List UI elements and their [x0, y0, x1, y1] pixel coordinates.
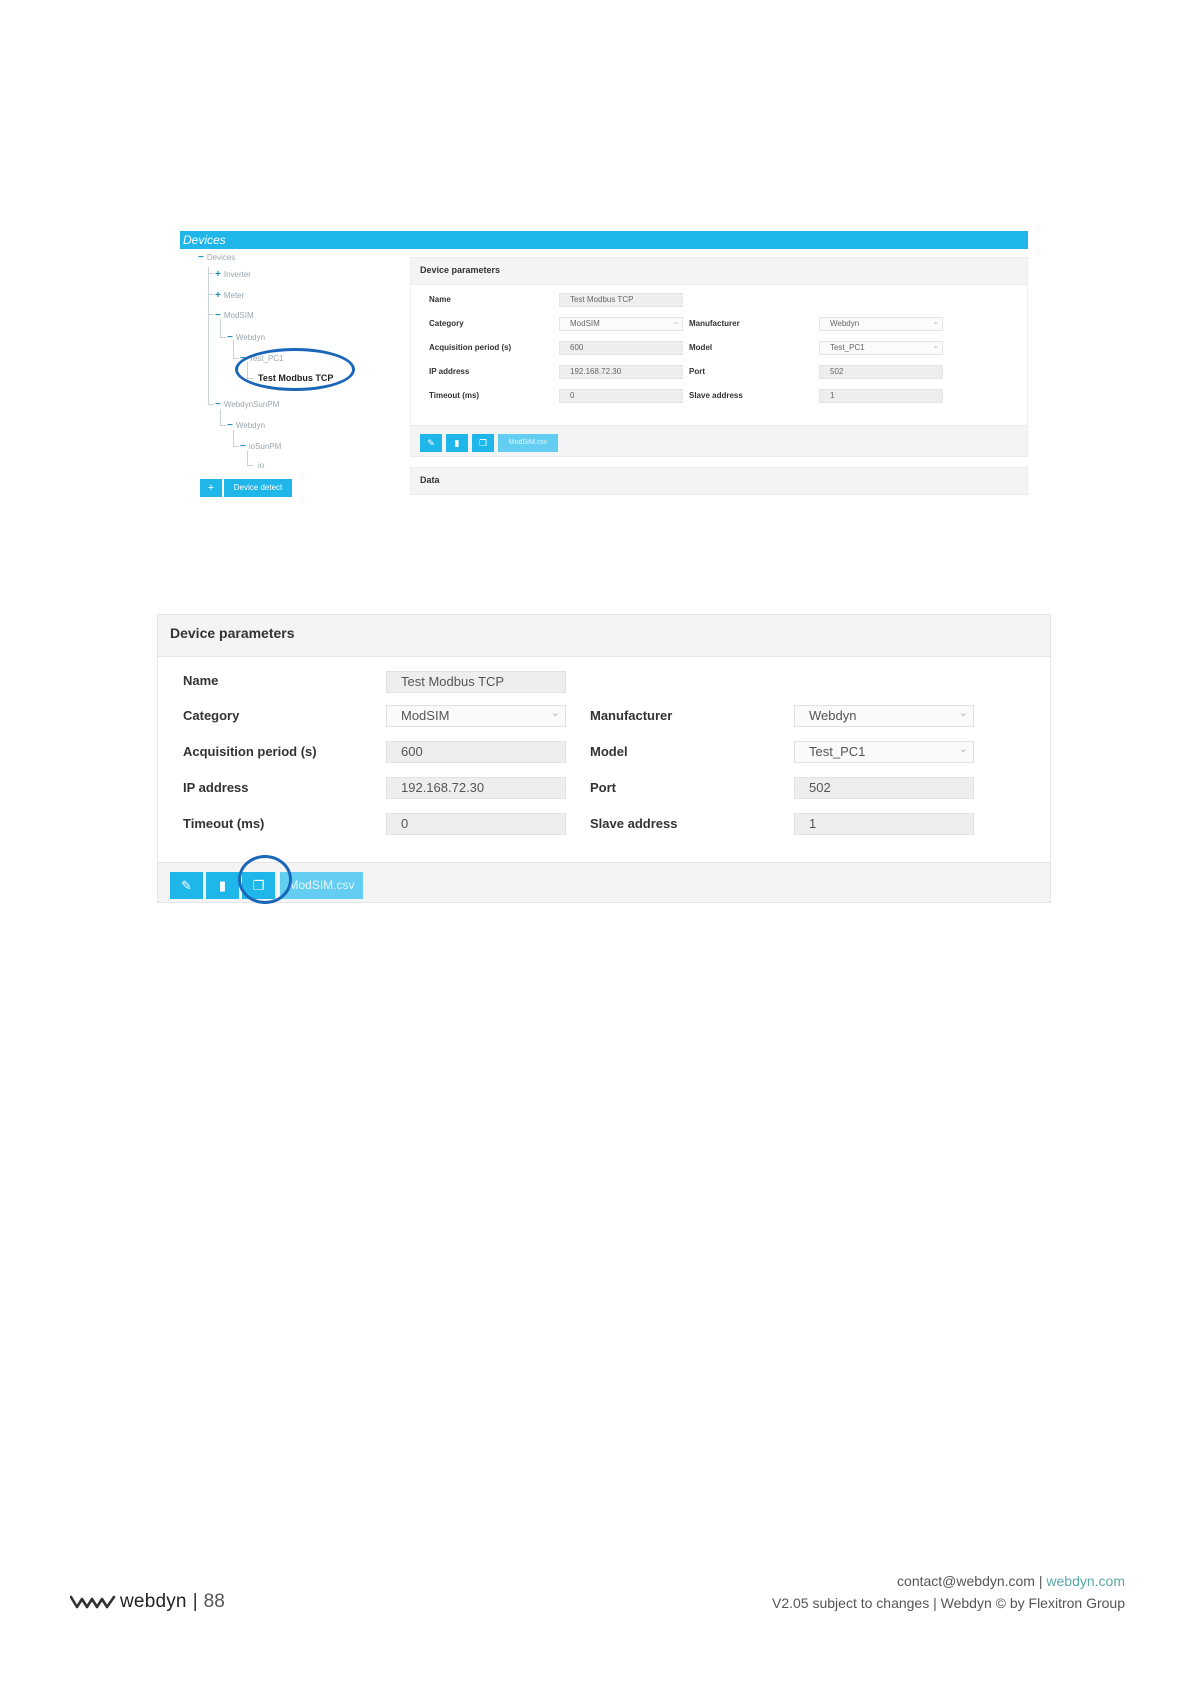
webdyn-logo-icon — [70, 1595, 116, 1609]
slave-label: Slave address — [590, 816, 678, 831]
timeout-label: Timeout (ms) — [429, 391, 480, 400]
model-label: Model — [689, 343, 713, 352]
port-label: Port — [689, 367, 705, 376]
trash-icon: ▮ — [454, 438, 460, 448]
ip-label: IP address — [429, 367, 470, 376]
csv-file-button[interactable]: ModSIM.csv — [280, 872, 363, 899]
data-panel-title: Data — [410, 467, 1028, 495]
footer-separator: | — [192, 1591, 198, 1612]
tree-node-webdyn-2[interactable]: − Webdyn — [227, 421, 265, 431]
delete-button[interactable]: ▮ — [446, 434, 468, 452]
parameters-form: Name Test Modbus TCP Category ModSIM Man… — [158, 657, 1050, 862]
csv-file-button[interactable]: ModSIM.csv — [498, 434, 558, 452]
plus-icon: + — [207, 482, 215, 494]
page-number: 88 — [203, 1591, 225, 1612]
contact-separator: | — [1038, 1573, 1043, 1589]
ip-field[interactable]: 192.168.72.30 — [559, 365, 683, 379]
delete-button[interactable]: ▮ — [206, 872, 239, 899]
trash-icon: ▮ — [218, 878, 227, 893]
model-select[interactable]: Test_PC1 — [794, 739, 974, 763]
port-label: Port — [590, 780, 616, 795]
timeout-field[interactable]: 0 — [386, 813, 566, 835]
slave-label: Slave address — [689, 391, 743, 400]
model-select[interactable]: Test_PC1 — [819, 340, 943, 355]
minus-icon: − — [240, 441, 246, 452]
acquisition-label: Acquisition period (s) — [183, 744, 317, 759]
tree-node-devices[interactable]: − Devices — [198, 253, 235, 263]
slave-field[interactable]: 1 — [819, 389, 943, 403]
model-label: Model — [590, 744, 628, 759]
device-tree: − Devices + Inverter + Meter − ModSIM − Webdy… — [180, 249, 400, 501]
category-label: Category — [429, 319, 464, 328]
tree-node-iosunpm[interactable]: − ioSunPM — [240, 442, 281, 452]
footer-contact: contact@webdyn.com | webdyn.com V2.05 su… — [772, 1570, 1125, 1614]
ip-field[interactable]: 192.168.72.30 — [386, 777, 566, 799]
manufacturer-label: Manufacturer — [590, 708, 673, 723]
panel-title: Device parameters — [158, 615, 1050, 657]
devices-title-bar: Devices — [180, 231, 1028, 249]
panel-title: Device parameters — [410, 257, 1028, 285]
highlight-ring — [238, 855, 292, 904]
parameters-form: Name Test Modbus TCP Category ModSIM Man… — [410, 285, 1028, 425]
footer-brand: webdyn | 88 — [70, 1591, 225, 1613]
contact-email[interactable]: contact@webdyn.com — [897, 1573, 1035, 1589]
timeout-label: Timeout (ms) — [183, 816, 265, 831]
ip-label: IP address — [183, 780, 249, 795]
pencil-icon: ✎ — [427, 438, 435, 448]
plus-icon: + — [215, 290, 221, 301]
manufacturer-select[interactable]: Webdyn — [794, 703, 974, 727]
device-parameters-panel: Device parameters Name Test Modbus TCP C… — [410, 257, 1028, 495]
pencil-icon: ✎ — [181, 878, 192, 893]
panel-toolbar: ✎ ▮ ❐ ModSIM.csv — [410, 425, 1028, 457]
device-detect-bar: + Device detect — [200, 479, 292, 497]
acquisition-field[interactable]: 600 — [386, 741, 566, 763]
website-link[interactable]: webdyn.com — [1046, 1573, 1125, 1589]
name-label: Name — [183, 673, 219, 688]
minus-icon: − — [227, 420, 233, 431]
device-detect-button[interactable]: Device detect — [224, 479, 292, 497]
port-field[interactable]: 502 — [794, 777, 974, 799]
name-field[interactable]: Test Modbus TCP — [386, 671, 566, 693]
highlight-ring — [235, 348, 355, 391]
brand-name: webdyn — [120, 1591, 187, 1612]
acquisition-label: Acquisition period (s) — [429, 343, 512, 352]
tree-node-webdyn[interactable]: − Webdyn — [227, 333, 265, 343]
copy-button[interactable]: ❐ — [472, 434, 494, 452]
category-label: Category — [183, 708, 240, 723]
category-select[interactable]: ModSIM — [386, 703, 566, 727]
acquisition-field[interactable]: 600 — [559, 341, 683, 355]
tree-node-modsim[interactable]: − ModSIM — [215, 311, 254, 321]
tree-node-webdynsunpm[interactable]: − WebdynSunPM — [215, 400, 279, 410]
manufacturer-label: Manufacturer — [689, 319, 740, 328]
name-label: Name — [429, 295, 451, 304]
category-select[interactable]: ModSIM — [559, 316, 683, 331]
edit-button[interactable]: ✎ — [170, 872, 203, 899]
slave-field[interactable]: 1 — [794, 813, 974, 835]
tree-node-io[interactable]: io — [258, 461, 264, 471]
version-line: V2.05 subject to changes | Webdyn © by F… — [772, 1595, 1125, 1611]
timeout-field[interactable]: 0 — [559, 389, 683, 403]
devices-screenshot: Devices − Devices + Inverter + Meter − ModSI… — [180, 231, 1028, 501]
port-field[interactable]: 502 — [819, 365, 943, 379]
name-field[interactable]: Test Modbus TCP — [559, 293, 683, 307]
tree-node-inverter[interactable]: + Inverter — [215, 270, 251, 280]
tree-node-meter[interactable]: + Meter — [215, 291, 244, 301]
minus-icon: − — [198, 252, 204, 263]
plus-icon: + — [215, 269, 221, 280]
minus-icon: − — [215, 310, 221, 321]
add-device-button[interactable]: + — [200, 479, 222, 497]
manufacturer-select[interactable]: Webdyn — [819, 316, 943, 331]
device-parameters-zoom: Device parameters Name Test Modbus TCP C… — [157, 614, 1051, 904]
edit-button[interactable]: ✎ — [420, 434, 442, 452]
minus-icon: − — [215, 399, 221, 410]
copy-icon: ❐ — [478, 438, 488, 448]
minus-icon: − — [227, 332, 233, 343]
contact-line: contact@webdyn.com | webdyn.com — [772, 1570, 1125, 1592]
